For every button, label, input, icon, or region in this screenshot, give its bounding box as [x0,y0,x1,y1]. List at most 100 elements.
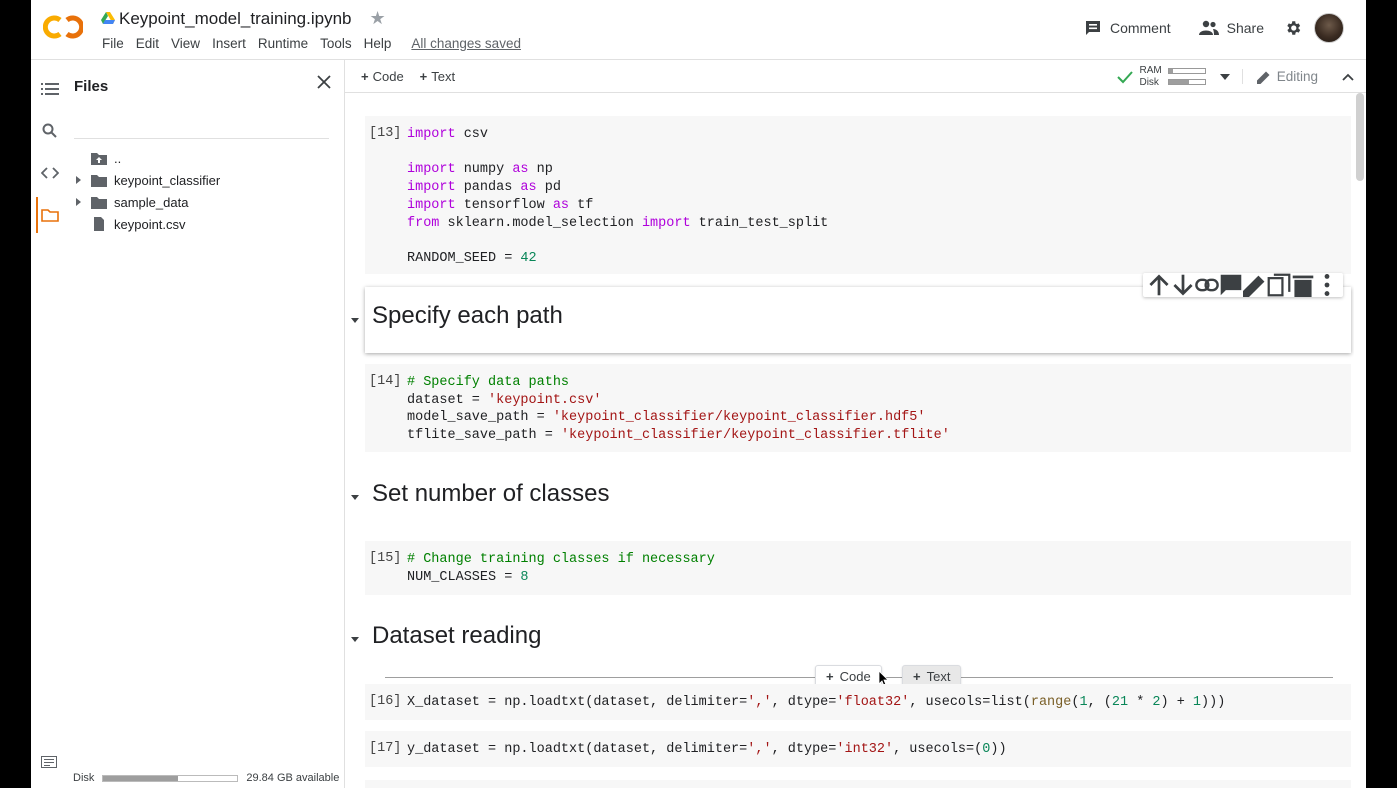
colab-window: Keypoint_model_training.ipynb ★ File Edi… [31,0,1366,788]
file-icon [94,217,104,231]
menu-edit[interactable]: Edit [130,36,165,51]
dropdown-arrow-icon[interactable] [1219,73,1230,80]
menu-file[interactable]: File [96,36,130,51]
header: Keypoint_model_training.ipynb ★ File Edi… [31,0,1366,60]
notebook-area: + Code + Text RAM Disk Editing [13] impo… [345,60,1366,788]
code-editor[interactable]: y_dataset = np.loadtxt(dataset, delimite… [407,741,1007,759]
menu-tools[interactable]: Tools [314,36,358,51]
ram-bar-fill [1168,69,1174,73]
move-down-icon[interactable] [1171,273,1195,297]
file-tree-item-label: keypoint_classifier [114,172,221,188]
colab-logo[interactable] [43,12,83,42]
disk-usage: Disk 29.84 GB available [73,772,339,784]
move-up-icon[interactable] [1147,273,1171,297]
add-code-label: Code [372,68,404,84]
terminal-icon[interactable] [41,756,57,768]
ram-bar [1167,68,1206,74]
menu-help[interactable]: Help [358,36,398,51]
left-rail [31,60,69,788]
avatar[interactable] [1314,13,1344,43]
code-cell[interactable] [365,780,1351,788]
comment-label: Comment [1109,20,1171,36]
text-cell-heading[interactable]: Dataset reading [345,622,1351,662]
menu-insert[interactable]: Insert [206,36,252,51]
code-cell[interactable]: [16] X_dataset = np.loadtxt(dataset, del… [365,684,1351,720]
comment-icon[interactable] [1219,273,1243,297]
files-panel-title: Files [74,78,109,95]
editing-mode-button[interactable]: Editing [1241,69,1318,84]
add-code-button[interactable]: + Code [361,69,404,84]
cell-toolbar [1143,273,1343,297]
code-editor[interactable]: # Change training classes if necessary N… [407,551,715,586]
execution-count: [16] [369,694,402,709]
file-tree-item-keypoint-csv[interactable]: keypoint.csv [69,214,329,234]
search-icon[interactable] [41,122,59,140]
menu-bar: File Edit View Insert Runtime Tools Help… [96,36,527,51]
mirror-cell-icon[interactable] [1267,273,1291,297]
active-indicator [36,197,38,233]
code-snippets-icon[interactable] [41,164,59,182]
expand-arrow-icon[interactable] [74,198,82,206]
execution-count: [17] [369,741,402,756]
notebook-scrollbar[interactable] [1354,93,1366,788]
share-button[interactable]: Share [1191,16,1272,40]
execution-count: [14] [369,374,402,389]
more-vert-icon[interactable] [1315,273,1339,297]
file-tree-item-label: .. [114,150,122,166]
save-status[interactable]: All changes saved [405,36,527,51]
expand-arrow-icon[interactable] [74,176,82,184]
execution-count: [13] [369,126,402,141]
files-panel: Files .. keypoint_classifier sample_data [69,60,345,788]
chevron-up-icon[interactable] [1340,69,1356,85]
disk-bar-fill [1168,80,1189,84]
code-editor[interactable]: import csv import numpy as np import pan… [407,126,828,268]
file-tree-item-sample-data[interactable]: sample_data [69,192,329,212]
folder-icon [91,197,107,209]
editing-label: Editing [1276,69,1318,84]
resources-indicator[interactable]: RAM Disk [1117,64,1230,89]
notebook-title[interactable]: Keypoint_model_training.ipynb [119,9,352,29]
section-heading: Dataset reading [372,622,542,649]
check-icon [1117,70,1134,83]
ram-label: RAM [1139,64,1162,76]
file-tree-item-parent[interactable]: .. [69,148,329,168]
pencil-icon [1256,71,1270,84]
code-editor[interactable]: # Specify data paths dataset = 'keypoint… [407,374,950,445]
file-tree-item-keypoint-classifier[interactable]: keypoint_classifier [69,170,329,190]
pencil-icon[interactable] [1243,273,1267,297]
text-cell-heading[interactable]: Set number of classes [345,480,1351,520]
notebook-title-bar: Keypoint_model_training.ipynb ★ [101,8,386,29]
code-cell[interactable]: [17] y_dataset = np.loadtxt(dataset, del… [365,731,1351,767]
collapse-section-icon[interactable] [350,492,360,502]
text-cell-heading[interactable]: Specify each path [345,300,1351,340]
share-label: Share [1226,20,1264,36]
link-icon[interactable] [1195,273,1219,297]
scrollbar-thumb[interactable] [1356,93,1364,181]
menu-view[interactable]: View [165,36,206,51]
gear-icon[interactable] [1284,19,1302,37]
collapse-section-icon[interactable] [350,315,360,325]
plus-icon: + [419,68,428,84]
menu-runtime[interactable]: Runtime [252,36,314,51]
code-cell[interactable]: [14] # Specify data paths dataset = 'key… [365,364,1351,452]
delete-icon[interactable] [1291,273,1315,297]
code-editor[interactable]: X_dataset = np.loadtxt(dataset, delimite… [407,694,1225,712]
divider [74,138,329,139]
code-cell[interactable]: [15] # Change training classes if necess… [365,541,1351,595]
comment-button[interactable]: Comment [1076,15,1179,41]
file-tree-item-label: keypoint.csv [114,216,186,232]
collapse-section-icon[interactable] [350,634,360,644]
add-text-button[interactable]: + Text [420,69,455,84]
execution-count: [15] [369,551,402,566]
google-drive-icon [101,12,115,24]
close-icon[interactable] [316,74,332,90]
add-text-label: Text [431,68,456,84]
section-heading: Specify each path [372,302,563,329]
code-cell[interactable]: [13] import csv import numpy as np impor… [365,116,1351,274]
table-of-contents-icon[interactable] [41,80,59,98]
disk-usage-bar [102,774,239,782]
folder-icon[interactable] [41,206,59,224]
plus-icon: + [913,668,921,684]
star-icon[interactable]: ★ [370,8,386,29]
disk-usage-fill [103,775,179,781]
